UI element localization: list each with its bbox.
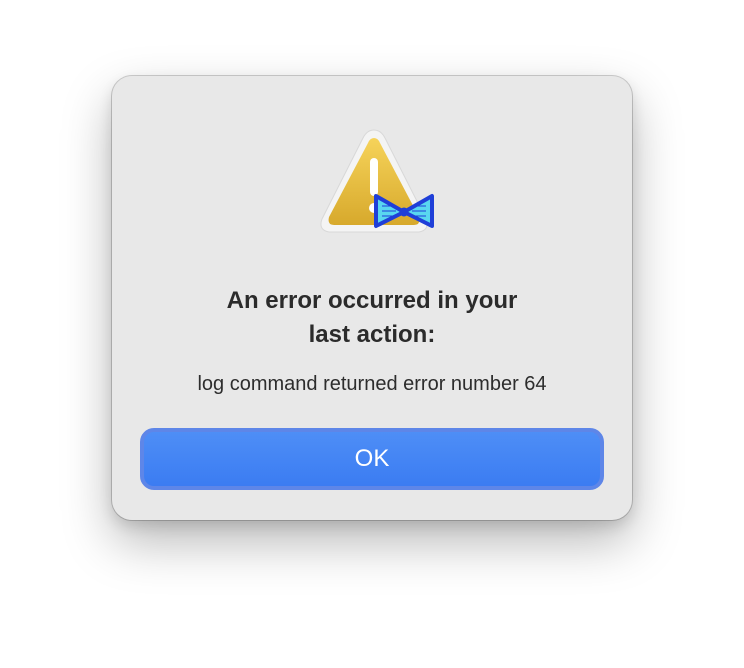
alert-dialog: An error occurred in your last action: l…: [112, 76, 632, 520]
ok-button[interactable]: OK: [140, 428, 604, 490]
dialog-title: An error occurred in your last action:: [152, 284, 592, 352]
dialog-message: log command returned error number 64: [197, 373, 547, 395]
dialog-title-line-2: last action:: [308, 321, 436, 348]
warning-triangle-icon: [312, 126, 436, 238]
dialog-title-line-1: An error occurred in your: [226, 287, 518, 314]
